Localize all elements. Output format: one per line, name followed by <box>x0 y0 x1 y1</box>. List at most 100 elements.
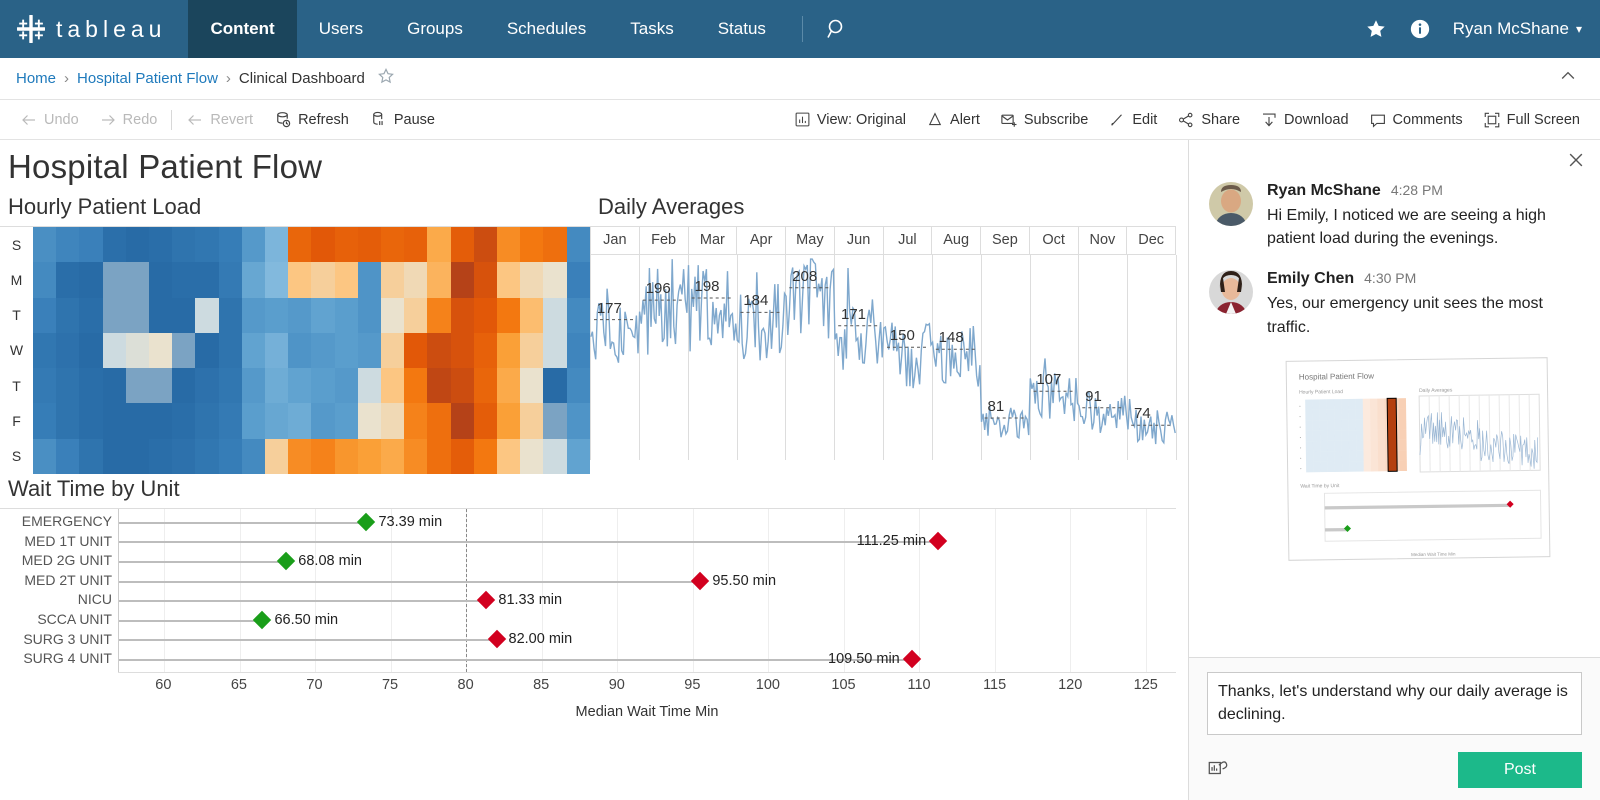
heatmap-cell[interactable] <box>358 439 381 474</box>
heatmap-cell[interactable] <box>497 439 520 474</box>
heatmap-cell[interactable] <box>242 333 265 368</box>
wait-time-marker[interactable] <box>929 532 947 550</box>
heatmap-cell[interactable] <box>335 262 358 297</box>
view-original-button[interactable]: View: Original <box>784 111 916 128</box>
close-icon[interactable] <box>1566 150 1586 174</box>
star-outline-icon[interactable] <box>377 67 395 90</box>
heatmap-cell[interactable] <box>567 368 590 403</box>
heatmap-cell[interactable] <box>149 403 172 438</box>
heatmap-grid[interactable] <box>33 227 590 474</box>
heatmap-cell[interactable] <box>265 439 288 474</box>
heatmap-cell[interactable] <box>172 439 195 474</box>
heatmap-cell[interactable] <box>56 333 79 368</box>
heatmap-cell[interactable] <box>126 298 149 333</box>
heatmap-cell[interactable] <box>311 298 334 333</box>
heatmap-cell[interactable] <box>358 368 381 403</box>
heatmap-cell[interactable] <box>33 333 56 368</box>
heatmap-cell[interactable] <box>33 403 56 438</box>
heatmap-cell[interactable] <box>497 227 520 262</box>
heatmap-cell[interactable] <box>567 298 590 333</box>
refresh-button[interactable]: Refresh <box>263 100 359 139</box>
heatmap-cell[interactable] <box>497 403 520 438</box>
heatmap-cell[interactable] <box>335 439 358 474</box>
wait-time-row[interactable]: 111.25 min <box>119 532 1176 552</box>
fullscreen-button[interactable]: Full Screen <box>1473 111 1590 129</box>
heatmap-cell[interactable] <box>149 439 172 474</box>
heatmap-cell[interactable] <box>265 368 288 403</box>
heatmap-cell[interactable] <box>404 368 427 403</box>
heatmap-cell[interactable] <box>195 227 218 262</box>
wait-time-row[interactable]: 66.50 min <box>119 610 1176 630</box>
heatmap-cell[interactable] <box>103 333 126 368</box>
heatmap-cell[interactable] <box>335 333 358 368</box>
heatmap-cell[interactable] <box>381 262 404 297</box>
heatmap-cell[interactable] <box>497 262 520 297</box>
heatmap-cell[interactable] <box>56 262 79 297</box>
heatmap-cell[interactable] <box>288 262 311 297</box>
heatmap-cell[interactable] <box>149 333 172 368</box>
heatmap-cell[interactable] <box>288 368 311 403</box>
heatmap-cell[interactable] <box>172 333 195 368</box>
heatmap-cell[interactable] <box>520 227 543 262</box>
heatmap-cell[interactable] <box>172 262 195 297</box>
heatmap-cell[interactable] <box>358 262 381 297</box>
heatmap-cell[interactable] <box>520 439 543 474</box>
heatmap-cell[interactable] <box>149 262 172 297</box>
heatmap-cell[interactable] <box>56 298 79 333</box>
heatmap-cell[interactable] <box>404 333 427 368</box>
heatmap-cell[interactable] <box>172 227 195 262</box>
heatmap-cell[interactable] <box>195 403 218 438</box>
heatmap-body[interactable]: SMTWTFS <box>0 226 590 474</box>
heatmap-cell[interactable] <box>451 368 474 403</box>
heatmap-cell[interactable] <box>219 333 242 368</box>
heatmap-cell[interactable] <box>474 403 497 438</box>
comment-input[interactable] <box>1207 672 1582 735</box>
alert-button[interactable]: Alert <box>916 111 990 129</box>
heatmap-cell[interactable] <box>381 298 404 333</box>
heatmap-cell[interactable] <box>381 439 404 474</box>
heatmap-cell[interactable] <box>242 227 265 262</box>
heatmap-cell[interactable] <box>195 333 218 368</box>
heatmap-cell[interactable] <box>288 333 311 368</box>
wait-time-marker[interactable] <box>903 650 921 668</box>
heatmap-cell[interactable] <box>567 439 590 474</box>
heatmap-cell[interactable] <box>242 403 265 438</box>
heatmap-cell[interactable] <box>520 333 543 368</box>
heatmap-cell[interactable] <box>265 298 288 333</box>
heatmap-cell[interactable] <box>474 227 497 262</box>
heatmap-cell[interactable] <box>149 368 172 403</box>
wait-time-body[interactable]: EMERGENCYMED 1T UNITMED 2G UNITMED 2T UN… <box>0 508 1176 672</box>
nav-tab-users[interactable]: Users <box>297 0 385 58</box>
info-icon[interactable] <box>1409 18 1431 40</box>
heatmap-cell[interactable] <box>335 298 358 333</box>
heatmap-cell[interactable] <box>543 298 566 333</box>
heatmap-cell[interactable] <box>335 403 358 438</box>
subscribe-button[interactable]: Subscribe <box>990 111 1098 129</box>
comments-button[interactable]: Comments <box>1359 111 1473 129</box>
wait-time-marker[interactable] <box>253 611 271 629</box>
snapshot-icon[interactable] <box>1207 757 1229 784</box>
wait-time-marker[interactable] <box>477 591 495 609</box>
heatmap-cell[interactable] <box>474 368 497 403</box>
wait-time-row[interactable]: 82.00 min <box>119 630 1176 650</box>
download-button[interactable]: Download <box>1250 111 1359 129</box>
wait-time-plot[interactable]: 73.39 min111.25 min68.08 min95.50 min81.… <box>118 509 1176 672</box>
heatmap-cell[interactable] <box>79 333 102 368</box>
tableau-logo[interactable]: tableau <box>0 12 188 46</box>
heatmap-cell[interactable] <box>79 368 102 403</box>
wait-time-marker[interactable] <box>691 571 709 589</box>
post-comment-button[interactable]: Post <box>1458 752 1582 788</box>
heatmap-cell[interactable] <box>103 227 126 262</box>
heatmap-cell[interactable] <box>33 298 56 333</box>
heatmap-cell[interactable] <box>451 262 474 297</box>
revert-button[interactable]: Revert <box>176 100 263 139</box>
heatmap-cell[interactable] <box>474 262 497 297</box>
heatmap-cell[interactable] <box>543 333 566 368</box>
heatmap-cell[interactable] <box>520 262 543 297</box>
heatmap-cell[interactable] <box>451 333 474 368</box>
breadcrumb-item-home[interactable]: Home <box>16 70 56 87</box>
heatmap-cell[interactable] <box>288 439 311 474</box>
breadcrumb-item-project[interactable]: Hospital Patient Flow <box>77 70 218 87</box>
heatmap-cell[interactable] <box>126 262 149 297</box>
heatmap-cell[interactable] <box>242 439 265 474</box>
